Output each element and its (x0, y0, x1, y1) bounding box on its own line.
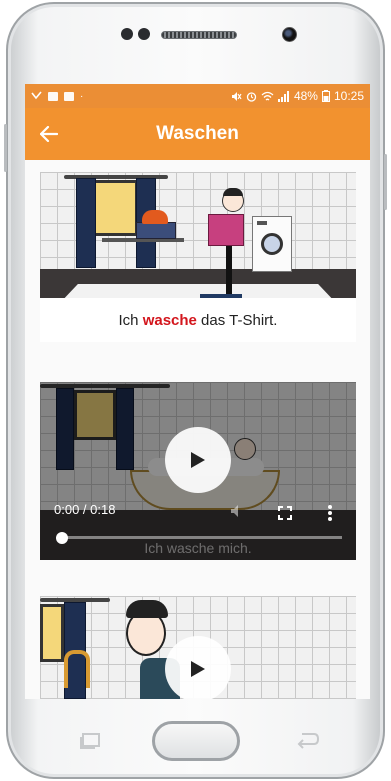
volume-icon[interactable] (230, 504, 246, 518)
play-icon (191, 661, 205, 677)
back-key[interactable] (296, 731, 320, 749)
faucet (64, 650, 90, 688)
window (40, 604, 64, 662)
battery-icon (321, 90, 330, 102)
message-icon (48, 91, 58, 101)
app-bar: Waschen (25, 108, 370, 160)
mute-icon (231, 91, 242, 101)
washing-machine (252, 216, 292, 272)
video-list: Ich wasche das T-Shirt. 0:00 / 0:18 Ich … (25, 160, 370, 699)
person-hair (223, 188, 243, 196)
person-hair (126, 600, 168, 618)
home-key[interactable] (152, 721, 240, 761)
fullscreen-icon[interactable] (278, 506, 292, 520)
light-sensor (138, 28, 150, 40)
video-caption-2: Ich wasche mich. (144, 540, 252, 556)
person-legs (226, 246, 232, 296)
laundry-clothes (142, 210, 168, 224)
play-button[interactable] (165, 636, 231, 699)
progress-bar[interactable] (58, 536, 342, 539)
volume-button (4, 124, 7, 172)
page-title: Waschen (156, 123, 239, 144)
play-icon (191, 452, 205, 468)
video-card-1[interactable]: Ich wasche das T-Shirt. (40, 172, 356, 342)
t-shirt (208, 214, 244, 246)
caption-highlight: wasche (142, 311, 197, 329)
laundry-basket (136, 222, 176, 239)
video-card-2[interactable]: 0:00 / 0:18 Ich wasche mich. (40, 382, 356, 560)
more-vert-icon[interactable] (328, 505, 332, 521)
wifi-icon (261, 91, 274, 100)
status-bar: · 48% 10:25 (25, 84, 370, 108)
screen: · 48% 10:25 Waschen Ich wasche das T-Shi… (25, 84, 370, 699)
signal-icon (277, 90, 289, 102)
window (92, 180, 138, 236)
recent-apps-key[interactable] (80, 733, 102, 749)
video-caption-1: Ich wasche das T-Shirt. (40, 298, 356, 342)
video-card-3[interactable] (40, 596, 356, 699)
front-camera (282, 27, 297, 42)
missed-call-icon (31, 90, 42, 99)
power-button (384, 154, 387, 210)
play-button[interactable] (165, 427, 231, 493)
image-icon (64, 91, 74, 101)
proximity-sensor (121, 28, 133, 40)
clock: 10:25 (333, 89, 364, 103)
arrow-left-icon (40, 126, 58, 142)
battery-percent: 48% (293, 89, 318, 103)
earpiece-speaker (161, 31, 237, 39)
alarm-icon (246, 91, 257, 102)
dot-icon: · (80, 90, 84, 102)
back-button[interactable] (25, 108, 73, 160)
curtain-left (76, 178, 96, 268)
video-time: 0:00 / 0:18 (54, 502, 116, 517)
